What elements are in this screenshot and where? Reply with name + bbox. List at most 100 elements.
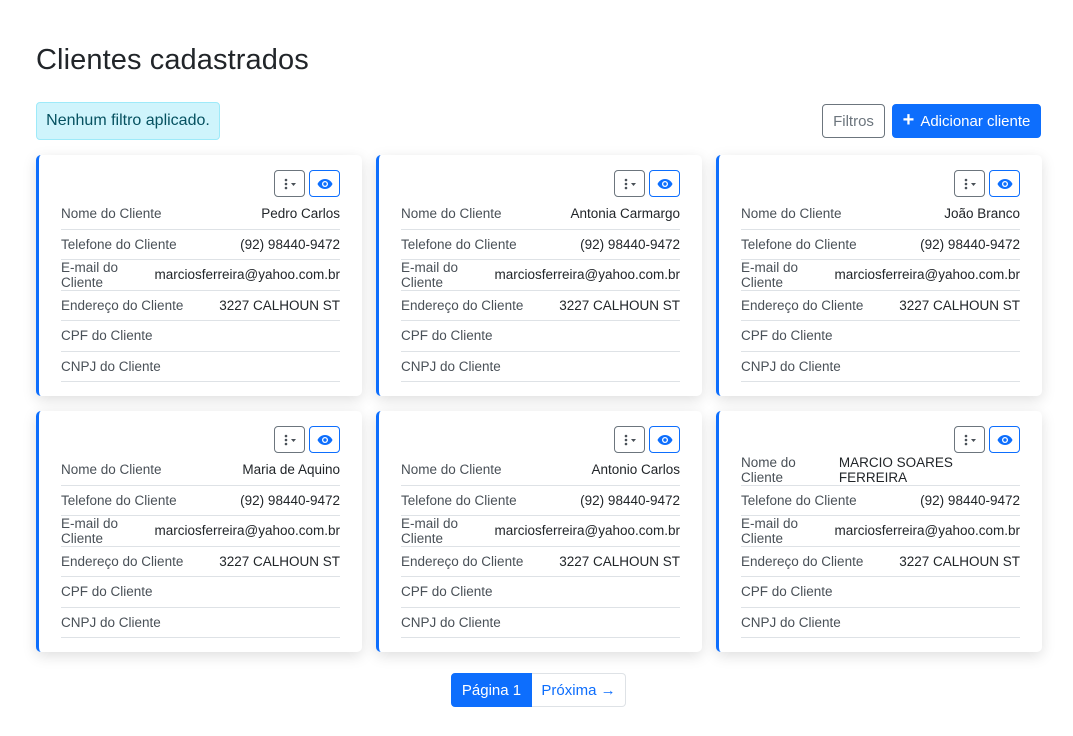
- view-client-button[interactable]: [649, 426, 680, 453]
- field-row-cpf: CPF do Cliente: [61, 321, 340, 352]
- page-current-button[interactable]: Página 1: [451, 673, 532, 707]
- card-actions: [954, 426, 1020, 453]
- field-value-telefone: (92) 98440-9472: [240, 492, 340, 508]
- more-options-button[interactable]: [274, 426, 305, 453]
- field-row-cnpj: CNPJ do Cliente: [401, 352, 680, 382]
- caret-down-icon: [630, 438, 636, 442]
- field-value-endereco: 3227 CALHOUN ST: [219, 553, 340, 569]
- client-fields: Nome do Cliente Maria de Aquino Telefone d…: [61, 455, 340, 638]
- field-label-cnpj: CNPJ do Cliente: [401, 614, 501, 630]
- field-label-endereco: Endereço do Cliente: [741, 297, 864, 313]
- client-cards-grid: Nome do Cliente Pedro Carlos Telefone do C…: [36, 155, 1042, 652]
- view-client-button[interactable]: [989, 426, 1020, 453]
- more-options-button[interactable]: [954, 426, 985, 453]
- field-value-endereco: 3227 CALHOUN ST: [219, 297, 340, 313]
- field-label-cpf: CPF do Cliente: [401, 328, 493, 344]
- field-label-email: E-mail do Cliente: [741, 259, 799, 290]
- field-label-telefone: Telefone do Cliente: [61, 236, 177, 252]
- field-row-cpf: CPF do Cliente: [741, 577, 1020, 608]
- add-client-label: Adicionar cliente: [920, 112, 1031, 130]
- field-label-cnpj: CNPJ do Cliente: [741, 358, 841, 374]
- field-row-cnpj: CNPJ do Cliente: [401, 608, 680, 638]
- field-row-endereco: Endereço do Cliente 3227 CALHOUN ST: [741, 547, 1020, 577]
- field-row-endereco: Endereço do Cliente 3227 CALHOUN ST: [401, 547, 680, 577]
- field-label-cnpj: CNPJ do Cliente: [61, 614, 161, 630]
- field-value-telefone: (92) 98440-9472: [580, 492, 680, 508]
- field-row-cnpj: CNPJ do Cliente: [741, 352, 1020, 382]
- view-client-button[interactable]: [989, 170, 1020, 197]
- field-row-email: E-mail do Cliente marciosferreira@yahoo.c…: [61, 260, 340, 291]
- field-row-telefone: Telefone do Cliente (92) 98440-9472: [401, 230, 680, 260]
- filters-button[interactable]: Filtros: [822, 104, 885, 138]
- eye-icon: [997, 178, 1012, 189]
- card-actions: [614, 170, 680, 197]
- field-row-telefone: Telefone do Cliente (92) 98440-9472: [741, 230, 1020, 260]
- more-options-button[interactable]: [614, 170, 645, 197]
- field-row-telefone: Telefone do Cliente (92) 98440-9472: [61, 486, 340, 516]
- eye-icon: [657, 178, 672, 189]
- field-label-nome: Nome do Cliente: [401, 206, 502, 222]
- field-value-endereco: 3227 CALHOUN ST: [899, 553, 1020, 569]
- field-label-cpf: CPF do Cliente: [741, 584, 833, 600]
- field-value-nome: Antonio Carlos: [591, 462, 680, 478]
- view-client-button[interactable]: [309, 426, 340, 453]
- field-row-telefone: Telefone do Cliente (92) 98440-9472: [741, 486, 1020, 516]
- view-client-button[interactable]: [309, 170, 340, 197]
- field-label-email: E-mail do Cliente: [61, 259, 119, 290]
- field-value-telefone: (92) 98440-9472: [920, 492, 1020, 508]
- client-fields: Nome do Cliente Pedro Carlos Telefone do C…: [61, 199, 340, 382]
- field-label-email: E-mail do Cliente: [401, 259, 459, 290]
- field-value-endereco: 3227 CALHOUN ST: [559, 297, 680, 313]
- client-card: Nome do Cliente Maria de Aquino Telefone d…: [36, 411, 362, 652]
- field-row-cnpj: CNPJ do Cliente: [741, 608, 1020, 638]
- field-row-endereco: Endereço do Cliente 3227 CALHOUN ST: [741, 291, 1020, 321]
- eye-icon: [317, 434, 332, 445]
- field-value-telefone: (92) 98440-9472: [580, 236, 680, 252]
- more-options-button[interactable]: [614, 426, 645, 453]
- client-fields: Nome do Cliente MARCIO SOARES FERREIRA Tel…: [741, 455, 1020, 638]
- field-row-email: E-mail do Cliente marciosferreira@yahoo.c…: [401, 260, 680, 291]
- field-row-cpf: CPF do Cliente: [741, 321, 1020, 352]
- page-next-button[interactable]: Próxima →: [532, 673, 626, 707]
- field-row-cpf: CPF do Cliente: [61, 577, 340, 608]
- view-client-button[interactable]: [649, 170, 680, 197]
- card-actions: [614, 426, 680, 453]
- field-row-nome: Nome do Cliente Maria de Aquino: [61, 455, 340, 486]
- caret-down-icon: [290, 182, 296, 186]
- field-label-cnpj: CNPJ do Cliente: [741, 614, 841, 630]
- field-row-telefone: Telefone do Cliente (92) 98440-9472: [401, 486, 680, 516]
- field-value-telefone: (92) 98440-9472: [240, 236, 340, 252]
- card-actions: [274, 426, 340, 453]
- more-options-button[interactable]: [954, 170, 985, 197]
- client-fields: Nome do Cliente Antonia Carmargo Telefone …: [401, 199, 680, 382]
- more-options-button[interactable]: [274, 170, 305, 197]
- client-fields: Nome do Cliente Antonio Carlos Telefone do…: [401, 455, 680, 638]
- field-label-nome: Nome do Cliente: [741, 206, 842, 222]
- field-value-nome: João Branco: [944, 206, 1020, 222]
- field-label-endereco: Endereço do Cliente: [741, 553, 864, 569]
- client-card: Nome do Cliente Antonia Carmargo Telefone …: [376, 155, 702, 396]
- field-row-cpf: CPF do Cliente: [401, 577, 680, 608]
- add-client-button[interactable]: + Adicionar cliente: [892, 104, 1041, 138]
- vertical-dots-icon: [284, 178, 296, 189]
- field-label-cpf: CPF do Cliente: [61, 328, 153, 344]
- vertical-dots-icon: [964, 178, 976, 189]
- field-row-nome: Nome do Cliente MARCIO SOARES FERREIRA: [741, 455, 1020, 486]
- field-label-cpf: CPF do Cliente: [61, 584, 153, 600]
- caret-down-icon: [970, 438, 976, 442]
- eye-icon: [997, 434, 1012, 445]
- vertical-dots-icon: [624, 178, 636, 189]
- field-label-telefone: Telefone do Cliente: [401, 236, 517, 252]
- field-row-email: E-mail do Cliente marciosferreira@yahoo.c…: [741, 260, 1020, 291]
- client-card: Nome do Cliente João Branco Telefone do Cl…: [716, 155, 1042, 396]
- caret-down-icon: [290, 438, 296, 442]
- field-row-nome: Nome do Cliente Antonio Carlos: [401, 455, 680, 486]
- vertical-dots-icon: [624, 434, 636, 445]
- field-label-telefone: Telefone do Cliente: [401, 492, 517, 508]
- field-value-email: marciosferreira@yahoo.com.br: [494, 267, 680, 283]
- client-card: Nome do Cliente Antonio Carlos Telefone do…: [376, 411, 702, 652]
- field-value-email: marciosferreira@yahoo.com.br: [154, 267, 340, 283]
- field-row-endereco: Endereço do Cliente 3227 CALHOUN ST: [61, 547, 340, 577]
- eye-icon: [657, 434, 672, 445]
- field-value-telefone: (92) 98440-9472: [920, 236, 1020, 252]
